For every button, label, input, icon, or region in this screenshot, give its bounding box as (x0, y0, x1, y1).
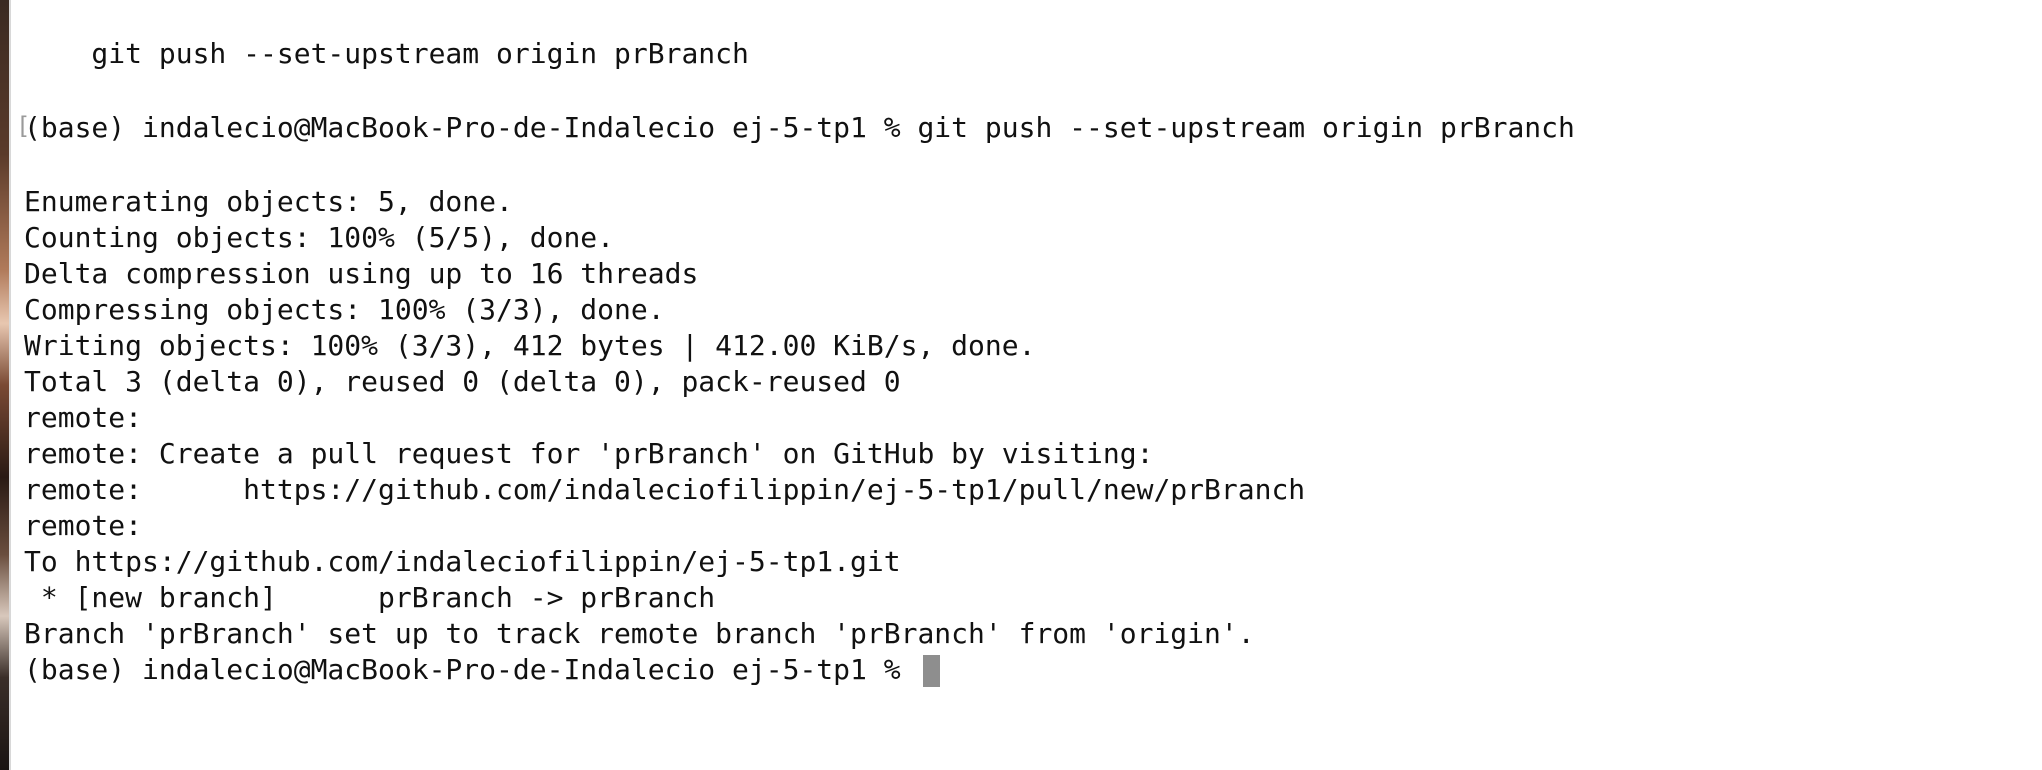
text-cursor (923, 655, 941, 687)
terminal-line: remote: https://github.com/indaleciofili… (24, 473, 1306, 506)
terminal-line: remote: Create a pull request for 'prBra… (24, 437, 1154, 470)
terminal-line: * [new branch] prBranch -> prBranch (24, 581, 716, 614)
window-border (9, 0, 11, 770)
background-window-edge (0, 0, 9, 770)
prompt-text: (base) indalecio@MacBook-Pro-de-Indaleci… (24, 653, 918, 686)
terminal-line: Writing objects: 100% (3/3), 412 bytes |… (24, 329, 1036, 362)
terminal-line: remote: (24, 509, 143, 542)
terminal-output[interactable]: git push --set-upstream origin prBranch … (16, 0, 2024, 770)
command-line: (base) indalecio@MacBook-Pro-de-Indaleci… (24, 111, 1575, 144)
prompt-line[interactable]: (base) indalecio@MacBook-Pro-de-Indaleci… (24, 652, 941, 688)
terminal-line: git push --set-upstream origin prBranch (24, 37, 749, 70)
terminal-line: Compressing objects: 100% (3/3), done. (24, 293, 665, 326)
terminal-line: Branch 'prBranch' set up to track remote… (24, 617, 1255, 650)
terminal-line: To https://github.com/indaleciofilippin/… (24, 545, 901, 578)
terminal-line: Delta compression using up to 16 threads (24, 257, 699, 290)
terminal-line: Counting objects: 100% (5/5), done. (24, 221, 615, 254)
terminal-line: Total 3 (delta 0), reused 0 (delta 0), p… (24, 365, 901, 398)
terminal-line: remote: (24, 401, 143, 434)
terminal-line: Enumerating objects: 5, done. (24, 185, 513, 218)
